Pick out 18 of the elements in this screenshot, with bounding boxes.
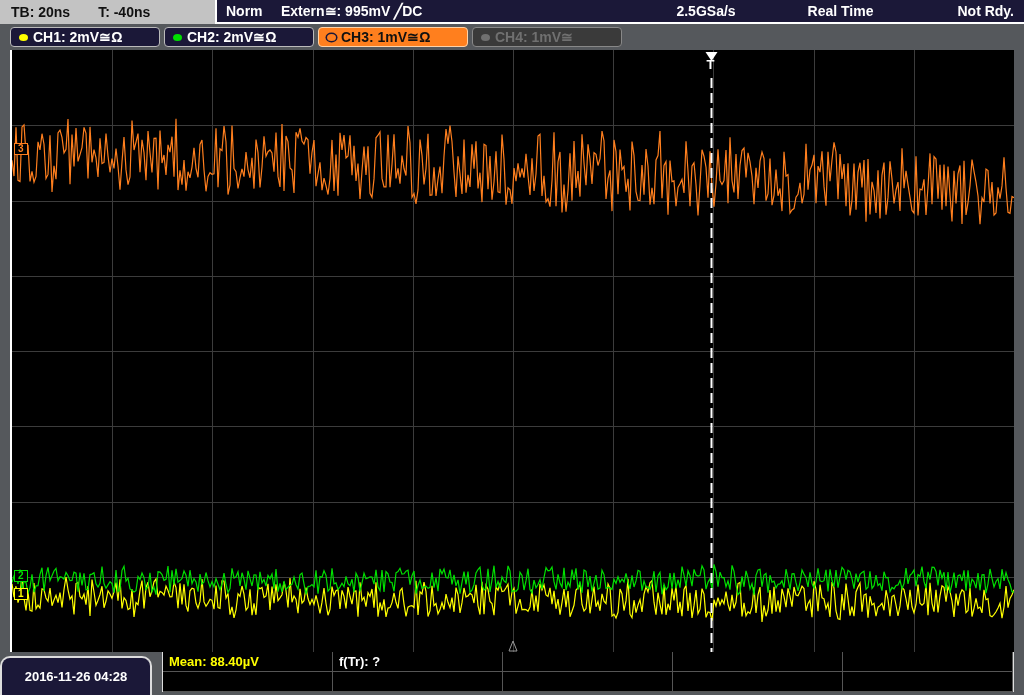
- trigger-mode-label: Norm: [226, 1, 264, 21]
- sample-rate-label: 2.5GSa/s: [676, 1, 736, 21]
- channel-button[interactable]: CH1: 2mV≅Ω: [10, 27, 160, 47]
- channel-marker[interactable]: 1: [14, 588, 28, 600]
- trigger-status-label: Not Rdy.: [957, 1, 1014, 21]
- timebase-label: TB: 20ns: [11, 2, 71, 22]
- channel-marker[interactable]: 2: [14, 570, 28, 582]
- channel-button[interactable]: CH3: 1mV≅Ω: [318, 27, 468, 47]
- trigger-position-icon: [508, 640, 518, 652]
- channel-button[interactable]: CH2: 2mV≅Ω: [164, 27, 314, 47]
- trigger-source-label: Extern≅: 995mV ╱DC: [281, 1, 423, 22]
- measurement-cell: Mean: 88.40µV: [163, 652, 333, 672]
- acquisition-mode-label: Real Time: [807, 1, 874, 21]
- trigger-label: T: [706, 58, 715, 71]
- trigger-time-label: T: -40ns: [98, 2, 151, 22]
- channel-marker[interactable]: 3: [14, 143, 28, 155]
- date-time-label: 2016-11-26 04:28: [24, 667, 128, 686]
- measurement-cell: f(Tr): ?: [333, 652, 503, 672]
